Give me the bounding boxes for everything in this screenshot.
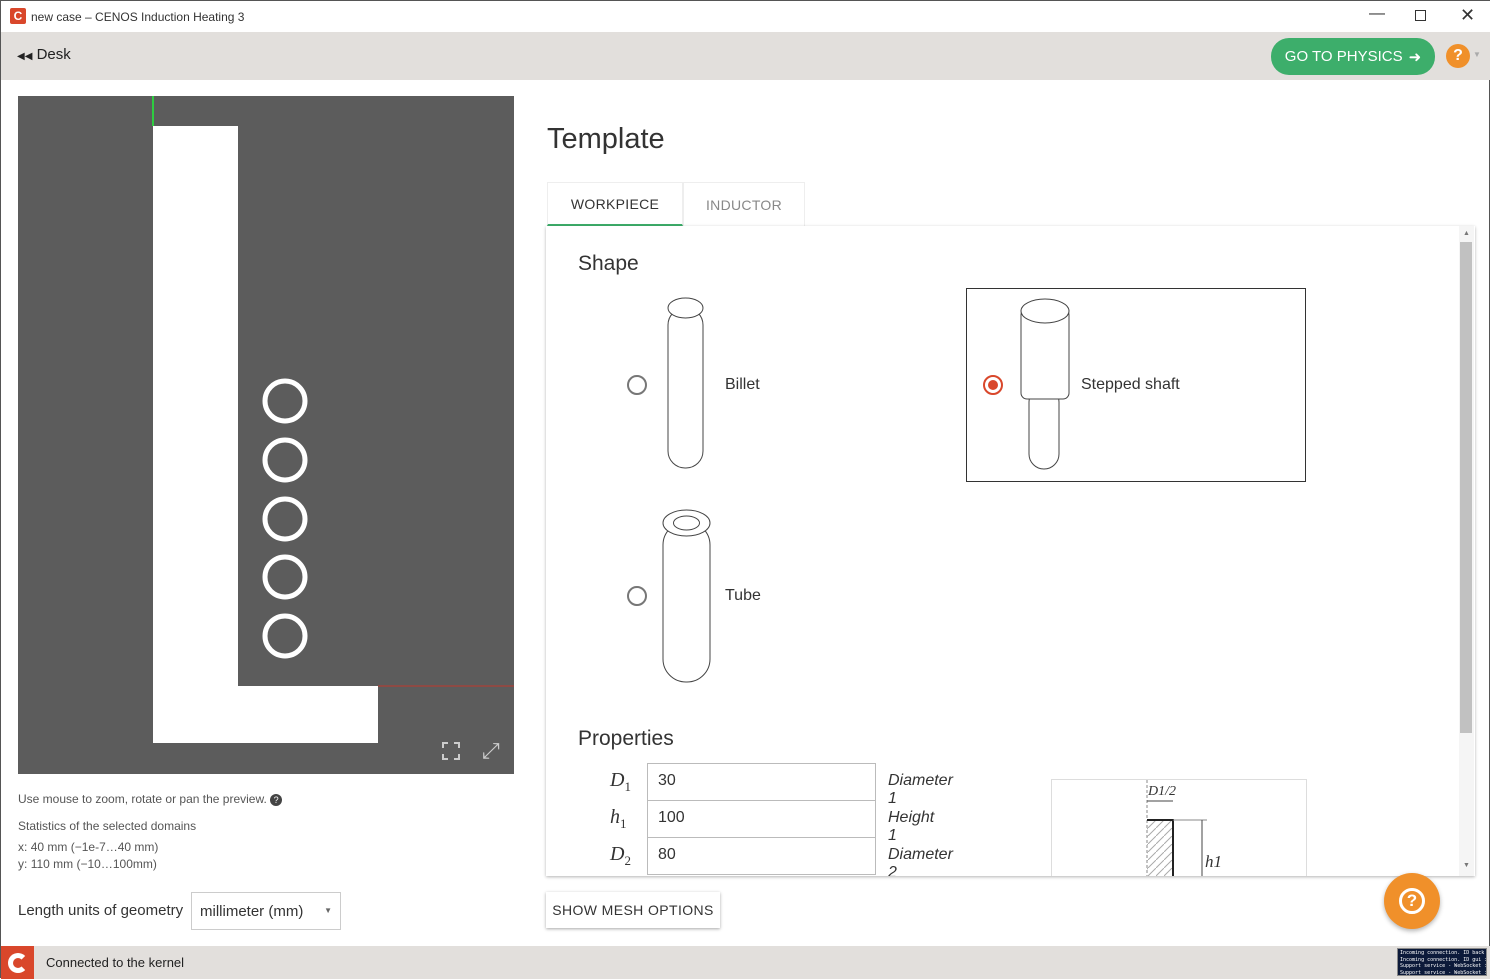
tube-icon — [662, 509, 711, 683]
property-symbol: D2 — [610, 843, 631, 868]
units-label: Length units of geometry — [18, 902, 184, 919]
chevron-down-icon: ▼ — [324, 906, 332, 915]
shape-title: Shape — [578, 252, 639, 275]
workpiece-shape — [153, 126, 378, 743]
tube-label: Tube — [725, 587, 761, 604]
preview-hint: Use mouse to zoom, rotate or pan the pre… — [18, 792, 283, 806]
support-chat-button[interactable]: ? — [1384, 873, 1440, 929]
fullscreen-icon[interactable]: ⤢ — [482, 738, 500, 764]
app-logo-icon: C — [10, 8, 26, 24]
maximize-button[interactable] — [1415, 10, 1426, 21]
billet-radio[interactable] — [627, 375, 647, 395]
go-to-physics-label: GO TO PHYSICS — [1284, 48, 1403, 65]
show-mesh-options-button[interactable]: SHOW MESH OPTIONS — [546, 892, 720, 928]
help-button[interactable]: ? — [1446, 44, 1470, 68]
inductor-turn — [262, 378, 308, 424]
back-label: Desk — [36, 46, 71, 63]
geometry-preview[interactable]: ⤢ — [18, 96, 514, 774]
geometry-canvas[interactable] — [18, 96, 514, 774]
height-dimension-label: h1 — [1205, 852, 1222, 871]
stats-values: x: 40 mm (−1e-7…40 mm) y: 110 mm (−10…10… — [18, 839, 158, 873]
log-console[interactable]: Incoming connection. ID back Incoming co… — [1397, 948, 1487, 976]
inductor-turn — [262, 613, 308, 659]
log-line: Support service - WebSocket : — [1400, 963, 1487, 969]
y-value: 110 mm — [30, 857, 74, 871]
units-select[interactable]: millimeter (mm) ▼ — [191, 892, 341, 930]
properties-title: Properties — [578, 727, 674, 750]
cenos-logo-icon — [1, 946, 34, 979]
dimension-diagram: D1/2 h1 — [1051, 779, 1307, 876]
property-description: Height 1 — [888, 809, 935, 844]
go-to-physics-button[interactable]: GO TO PHYSICS ➜ — [1271, 38, 1435, 75]
help-icon[interactable]: ? — [270, 794, 283, 806]
y-range: (−10…100mm) — [76, 857, 157, 871]
workpiece-panel: Shape Billet Stepped shaft Tube Properti… — [546, 226, 1475, 876]
property-symbol: D1 — [610, 769, 631, 794]
stepped-shaft-label: Stepped shaft — [1081, 376, 1180, 393]
y-label: y: — [18, 857, 28, 871]
back-to-desk-button[interactable]: ◀◀ Desk — [17, 46, 71, 63]
diameter-dimension-label: D1/2 — [1148, 784, 1176, 799]
tab-inductor[interactable]: INDUCTOR — [683, 182, 805, 226]
x-range: (−1e-7…40 mm) — [70, 840, 159, 854]
close-button[interactable]: ✕ — [1460, 5, 1475, 26]
log-line: Incoming connection. ID back — [1400, 950, 1485, 956]
back-arrow-icon: ◀◀ — [17, 51, 33, 62]
property-description: Diameter 1 — [888, 772, 953, 807]
shape-option-stepped-shaft[interactable]: Stepped shaft — [966, 288, 1306, 482]
tube-radio[interactable] — [627, 586, 647, 606]
x-label: x: — [18, 840, 28, 854]
shape-option-tube[interactable]: Tube — [606, 501, 906, 691]
stepped-shaft-radio[interactable] — [983, 375, 1003, 395]
inductor-turn — [262, 554, 308, 600]
page-title: Template — [547, 123, 665, 155]
minimize-button[interactable]: — — [1369, 5, 1385, 23]
x-value: 40 mm — [30, 840, 68, 854]
scroll-down-icon[interactable]: ▼ — [1463, 862, 1470, 869]
units-value: millimeter (mm) — [200, 903, 304, 920]
property-symbol: h1 — [610, 806, 627, 831]
arrow-right-icon: ➜ — [1408, 48, 1422, 66]
inductor-turn — [262, 496, 308, 542]
window-title: new case – CENOS Induction Heating 3 — [31, 10, 245, 24]
status-text: Connected to the kernel — [46, 955, 185, 970]
title-bar: C new case – CENOS Induction Heating 3 —… — [1, 1, 1490, 32]
header: ◀◀ Desk GO TO PHYSICS ➜ ? ▼ — [1, 32, 1490, 80]
scroll-up-icon[interactable]: ▲ — [1463, 230, 1470, 237]
stats-title: Statistics of the selected domains — [18, 819, 197, 833]
scrollbar[interactable]: ▲ ▼ — [1459, 226, 1474, 876]
h1-input[interactable]: 100 — [647, 800, 876, 838]
status-bar: Connected to the kernel Incoming connect… — [1, 946, 1490, 979]
stepped-shaft-icon — [1020, 298, 1070, 470]
property-description: Diameter 2 — [888, 846, 953, 876]
help-dropdown-icon[interactable]: ▼ — [1473, 50, 1481, 59]
d2-input[interactable]: 80 — [647, 837, 876, 875]
billet-label: Billet — [725, 376, 760, 393]
tab-workpiece[interactable]: WORKPIECE — [547, 182, 683, 226]
log-line: Support service - WebSocket : — [1400, 969, 1487, 976]
focus-icon[interactable] — [442, 742, 460, 760]
billet-icon — [667, 297, 704, 469]
help-bubble-icon: ? — [1399, 888, 1425, 914]
shape-option-billet[interactable]: Billet — [606, 286, 906, 476]
d1-input[interactable]: 30 — [647, 763, 876, 801]
inductor-turn — [262, 437, 308, 483]
scrollbar-thumb[interactable] — [1460, 242, 1472, 733]
hint-text: Use mouse to zoom, rotate or pan the pre… — [18, 792, 267, 806]
